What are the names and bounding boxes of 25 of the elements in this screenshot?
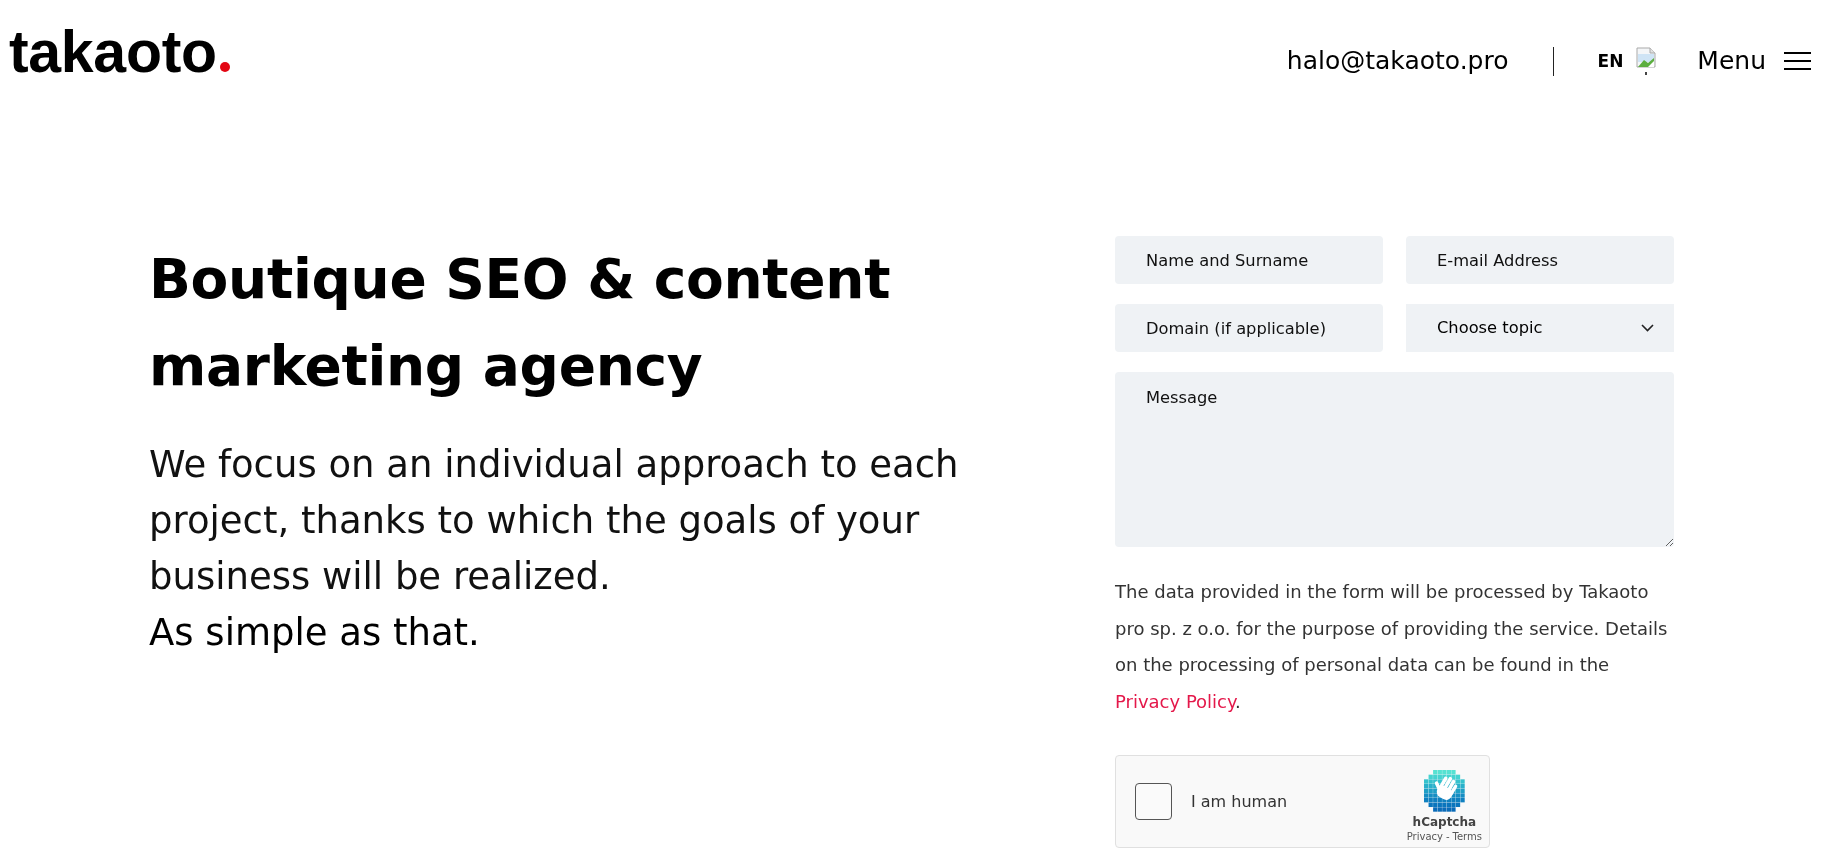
human-checkbox[interactable] [1135, 783, 1172, 820]
input-field[interactable]: E-mail Address [1406, 236, 1674, 284]
captcha-brand-name: hCaptcha [1412, 815, 1477, 830]
checkbox-label: I am human [1191, 790, 1288, 813]
input-field[interactable]: Domain (if applicable) [1115, 304, 1383, 352]
input-field[interactable]: Name and Surname [1115, 236, 1383, 284]
link-separator: - [1445, 829, 1450, 843]
chevron-down-icon [1641, 324, 1654, 332]
captcha-terms-link[interactable]: Terms [1452, 829, 1482, 843]
logo[interactable]: takaoto [9, 23, 230, 82]
image-icon [1636, 47, 1657, 75]
hand-logo-icon [1423, 770, 1465, 813]
captcha-privacy-link[interactable]: Privacy [1406, 829, 1443, 843]
menu-button[interactable]: Menu [1697, 46, 1811, 76]
privacy-notice-text: The data provided in the form will be processed by Takaoto pro sp. z o.o. for the purpose of providing the service. Details on the processing of personal data can be found in the Privacy Policy. [1115, 580, 1669, 714]
email-link[interactable]: halo@takaoto.pro [1286, 46, 1509, 76]
hero-heading: Boutique SEO & content marketing agency [149, 246, 892, 400]
language-link[interactable]: EN [1597, 50, 1624, 72]
hero-intro-text: We focus on an individual approach to each project, thanks to which the goals of your business will be realized. [149, 442, 960, 600]
privacy-policy-link[interactable]: Privacy Policy [1115, 690, 1236, 712]
hero-tagline: As simple as that. [149, 610, 481, 656]
message-field[interactable]: Message [1115, 372, 1674, 547]
logo-dot-icon [219, 62, 230, 72]
topic-select[interactable]: Choose topic [1406, 304, 1674, 352]
menu-icon [1784, 51, 1811, 71]
